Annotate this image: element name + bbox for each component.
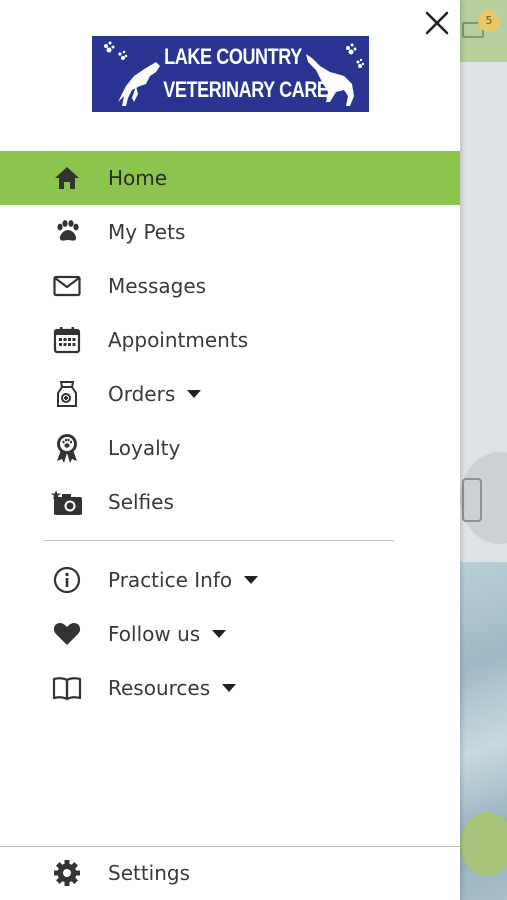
- practice-info-label-text: Practice Info: [108, 568, 233, 592]
- background-app: 5: [460, 0, 507, 900]
- menu-item-messages[interactable]: Messages: [0, 259, 460, 313]
- menu-divider: [44, 540, 394, 541]
- menu-label: Settings: [108, 861, 191, 885]
- calendar-icon: [50, 323, 84, 357]
- menu-label: Selfies: [108, 490, 174, 514]
- menu-label: Home: [108, 166, 168, 190]
- menu-item-orders[interactable]: Orders: [0, 367, 460, 421]
- menu-label: Resources: [108, 676, 237, 700]
- close-button[interactable]: [420, 6, 454, 40]
- menu-item-home[interactable]: Home: [0, 151, 460, 205]
- orders-label-text: Orders: [108, 382, 176, 406]
- menu-label: Appointments: [108, 328, 249, 352]
- food-bag-icon: [50, 377, 84, 411]
- chevron-down-icon: [212, 629, 227, 638]
- menu-label: Practice Info: [108, 568, 259, 592]
- background-food-bag-icon: [462, 478, 482, 522]
- background-header: 5: [460, 0, 507, 62]
- logo-line-1: LAKE COUNTRY: [164, 44, 302, 69]
- camera-icon: [50, 485, 84, 519]
- menu-item-appointments[interactable]: Appointments: [0, 313, 460, 367]
- background-fab-button: [460, 812, 507, 876]
- logo-text: LAKE COUNTRY VETERINARY CARE: [163, 40, 329, 106]
- menu-item-settings[interactable]: Settings: [0, 846, 460, 900]
- secondary-menu: Practice Info Follow us Resources: [0, 553, 460, 715]
- menu-item-follow-us[interactable]: Follow us: [0, 607, 460, 661]
- menu-label: Orders: [108, 382, 202, 406]
- menu-item-my-pets[interactable]: My Pets: [0, 205, 460, 259]
- menu-label: Follow us: [108, 622, 227, 646]
- menu-item-practice-info[interactable]: Practice Info: [0, 553, 460, 607]
- menu-item-resources[interactable]: Resources: [0, 661, 460, 715]
- gear-icon: [50, 856, 84, 890]
- practice-logo: LAKE COUNTRY VETERINARY CARE: [92, 36, 369, 112]
- chevron-down-icon: [222, 683, 237, 692]
- dog-silhouette-icon: [104, 41, 160, 106]
- primary-menu: Home My Pets Messages Appointments Order…: [0, 151, 460, 529]
- heart-icon: [50, 617, 84, 651]
- chevron-down-icon: [187, 389, 202, 398]
- notification-badge: 5: [478, 10, 500, 32]
- close-icon: [425, 11, 449, 35]
- follow-us-label-text: Follow us: [108, 622, 201, 646]
- paw-icon: [50, 215, 84, 249]
- navigation-drawer: LAKE COUNTRY VETERINARY CARE Home My Pet…: [0, 0, 460, 900]
- chevron-down-icon: [244, 575, 259, 584]
- menu-label: Loyalty: [108, 436, 181, 460]
- info-icon: [50, 563, 84, 597]
- book-icon: [50, 671, 84, 705]
- cat-silhouette-icon: [306, 43, 365, 106]
- menu-label: Messages: [108, 274, 207, 298]
- award-ribbon-icon: [50, 431, 84, 465]
- home-icon: [50, 161, 84, 195]
- resources-label-text: Resources: [108, 676, 211, 700]
- logo-line-2: VETERINARY CARE: [163, 77, 329, 102]
- menu-item-loyalty[interactable]: Loyalty: [0, 421, 460, 475]
- mail-icon: [50, 269, 84, 303]
- menu-item-selfies[interactable]: Selfies: [0, 475, 460, 529]
- menu-label: My Pets: [108, 220, 186, 244]
